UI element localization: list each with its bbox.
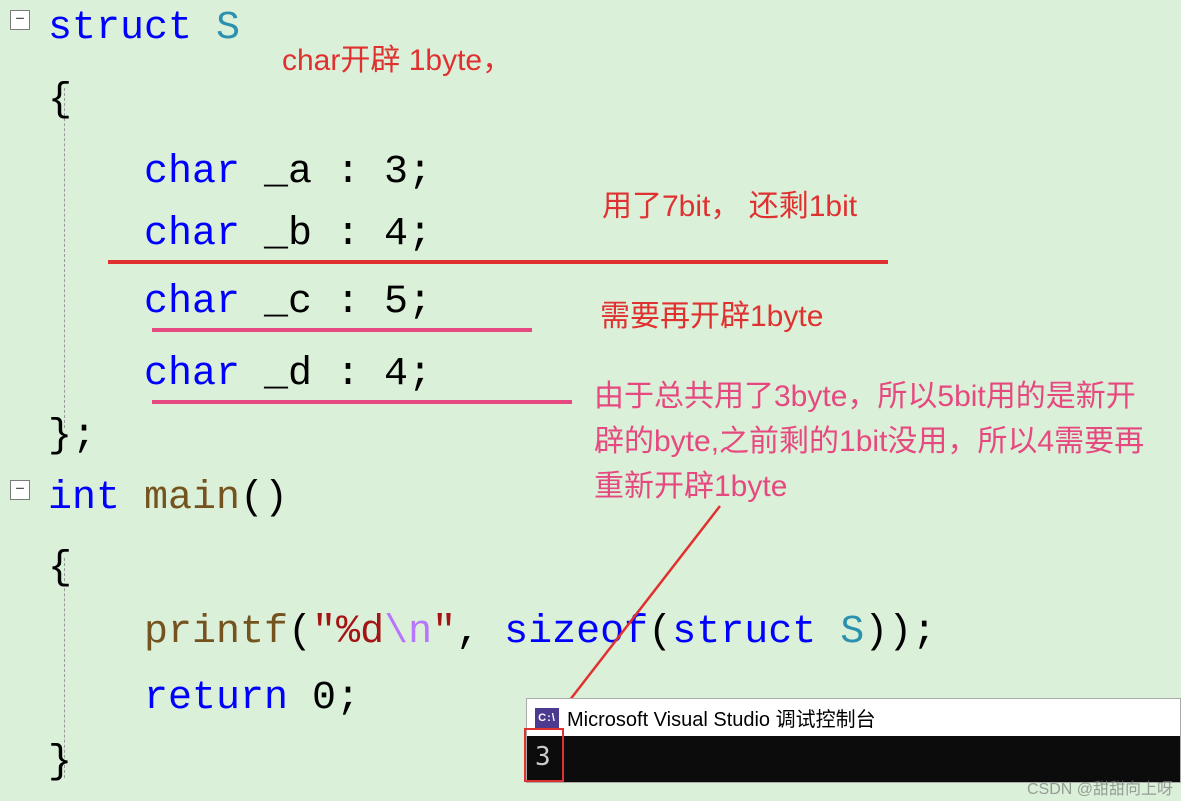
annotation-4: 由于总共用了3byte，所以5bit用的是新开辟的byte,之前剩的1bit没用… <box>594 374 1160 509</box>
annotation-2: 用了7bit， 还剩1bit <box>602 184 857 229</box>
code-line-7: }; <box>48 414 96 459</box>
code-line-3: char _a : 3; <box>48 150 432 195</box>
code-line-11: return 0; <box>48 676 360 721</box>
watermark: CSDN @甜甜向上呀 <box>1027 775 1173 799</box>
code-line-8: int main() <box>48 476 288 521</box>
fold-icon[interactable]: – <box>10 10 30 30</box>
code-line-9: { <box>48 546 72 591</box>
fold-icon[interactable]: – <box>10 480 30 500</box>
console-output: 3 <box>535 742 551 772</box>
code-line-1: struct S <box>48 6 240 51</box>
code-line-5: char _c : 5; <box>48 280 432 325</box>
annotation-3: 需要再开辟1byte <box>600 294 823 339</box>
code-line-4: char _b : 4; <box>48 212 432 257</box>
code-line-2: { <box>48 78 72 123</box>
code-line-12: } <box>48 740 72 785</box>
console-title-text: Microsoft Visual Studio 调试控制台 <box>567 703 876 732</box>
underline-group-2 <box>152 328 532 332</box>
code-line-10: printf("%d\n", sizeof(struct S)); <box>48 610 936 655</box>
console-window: C:\ Microsoft Visual Studio 调试控制台 3 <box>526 698 1181 783</box>
underline-group-3 <box>152 400 572 404</box>
console-app-icon: C:\ <box>535 708 559 728</box>
code-line-6: char _d : 4; <box>48 352 432 397</box>
gutter: – – <box>0 0 40 801</box>
underline-group-1 <box>108 260 888 264</box>
annotation-1: char开辟 1byte， <box>282 38 512 83</box>
console-titlebar: C:\ Microsoft Visual Studio 调试控制台 <box>527 699 1180 736</box>
